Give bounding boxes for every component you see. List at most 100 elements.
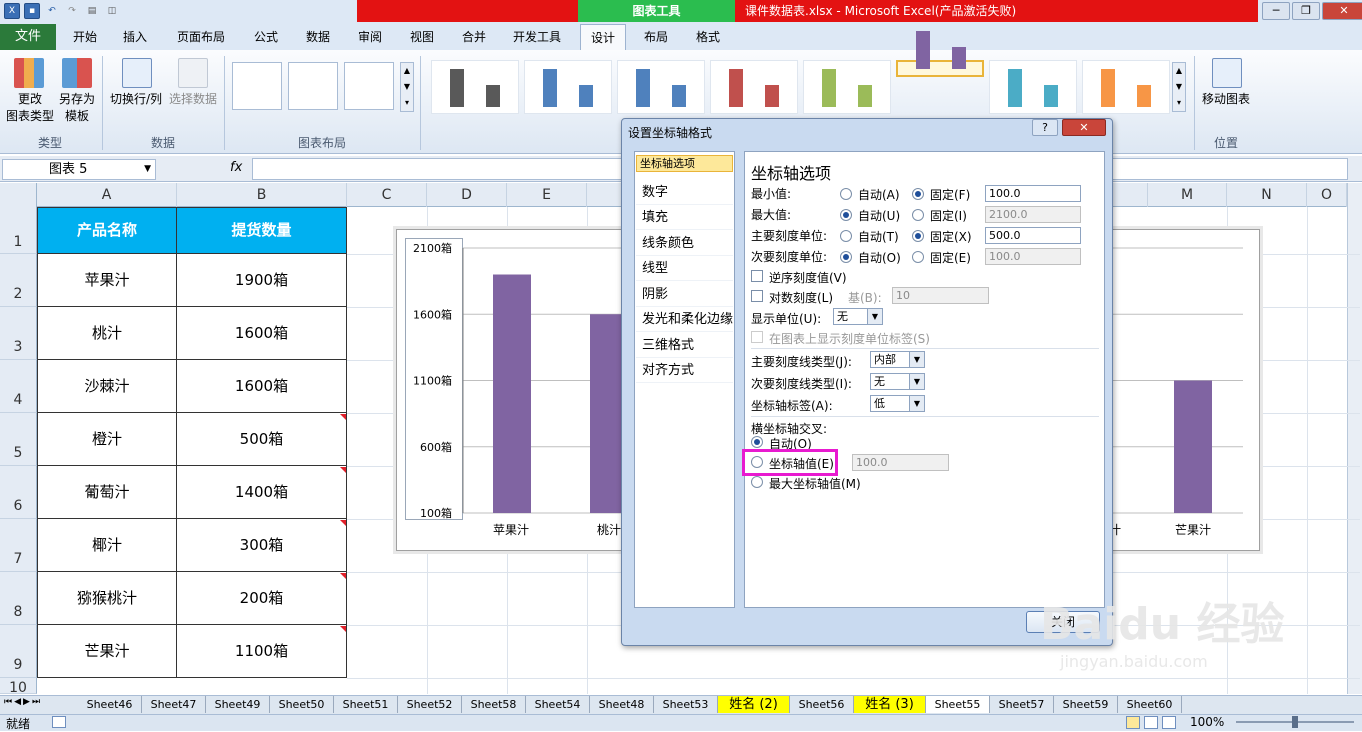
zoom-slider-thumb[interactable]	[1292, 716, 1298, 728]
min-fixed-radio[interactable]	[912, 188, 924, 200]
chart-style-option[interactable]	[803, 60, 891, 114]
vertical-scrollbar[interactable]	[1347, 183, 1362, 694]
cross-max-radio[interactable]	[751, 476, 763, 488]
chart-layout-3[interactable]	[344, 62, 394, 110]
min-value-input[interactable]: 100.0	[985, 185, 1081, 202]
log-base-input[interactable]: 10	[892, 287, 989, 304]
chevron-down-icon[interactable]: ▼	[909, 352, 924, 367]
tab-developer[interactable]: 开发工具	[504, 24, 570, 50]
row-header[interactable]: 5	[0, 413, 37, 466]
select-data-button[interactable]: 选择数据	[166, 91, 220, 108]
chart-style-option[interactable]	[896, 31, 984, 77]
column-header[interactable]: O	[1307, 183, 1347, 207]
close-window-button[interactable]: ✕	[1322, 2, 1362, 20]
sheet-tab[interactable]: Sheet60	[1118, 696, 1182, 713]
table-cell-product[interactable]: 苹果汁	[37, 254, 177, 307]
tab-page-layout[interactable]: 页面布局	[168, 24, 234, 50]
display-unit-select[interactable]: 无 ▼	[833, 308, 883, 325]
max-auto-radio[interactable]	[840, 209, 852, 221]
reverse-checkbox[interactable]	[751, 270, 763, 282]
sheet-tab[interactable]: Sheet46	[78, 696, 142, 713]
column-header[interactable]: B	[177, 183, 347, 207]
chart-style-option[interactable]	[1082, 60, 1170, 114]
table-cell-quantity[interactable]: 300箱	[176, 519, 347, 572]
chart-style-option[interactable]	[989, 60, 1077, 114]
chevron-down-icon[interactable]: ▼	[144, 160, 151, 179]
help-button[interactable]: ?	[1032, 119, 1058, 136]
major-tick-select[interactable]: 内部 ▼	[870, 351, 925, 368]
dialog-nav-item[interactable]: 阴影	[636, 283, 733, 307]
sheet-tab[interactable]: Sheet58	[462, 696, 526, 713]
table-cell-product[interactable]: 葡萄汁	[37, 466, 177, 519]
row-header[interactable]: 10	[0, 678, 37, 696]
major-unit-input[interactable]: 500.0	[985, 227, 1081, 244]
change-chart-type-button[interactable]: 更改 图表类型	[4, 91, 56, 125]
row-header[interactable]: 2	[0, 254, 37, 307]
page-layout-view-icon[interactable]	[1144, 716, 1158, 729]
sheet-tab[interactable]: Sheet49	[206, 696, 270, 713]
print-icon[interactable]: ▤	[84, 3, 100, 19]
column-header[interactable]: D	[427, 183, 507, 207]
table-cell-quantity[interactable]: 1600箱	[176, 307, 347, 360]
sheet-tab[interactable]: 姓名 (2)	[718, 696, 790, 713]
cross-auto-radio[interactable]	[751, 436, 763, 448]
tab-merge[interactable]: 合并	[452, 24, 496, 50]
column-header[interactable]: E	[507, 183, 587, 207]
log-scale-checkbox[interactable]	[751, 290, 763, 302]
preview-icon[interactable]: ◫	[104, 3, 120, 19]
row-header[interactable]: 1	[0, 207, 37, 254]
tab-design[interactable]: 设计	[580, 24, 626, 52]
chart-bar[interactable]	[1174, 380, 1212, 514]
zoom-level[interactable]: 100%	[1190, 715, 1224, 729]
table-cell-product[interactable]: 橙汁	[37, 413, 177, 466]
minor-tick-select[interactable]: 无 ▼	[870, 373, 925, 390]
chart-layout-1[interactable]	[232, 62, 282, 110]
table-cell-quantity[interactable]: 1600箱	[176, 360, 347, 413]
tab-home[interactable]: 开始	[62, 24, 108, 50]
redo-icon[interactable]: ↷	[64, 3, 80, 19]
tab-layout[interactable]: 布局	[634, 24, 678, 50]
save-as-template-button[interactable]: 另存为 模板	[56, 91, 98, 125]
max-value-input[interactable]: 2100.0	[985, 206, 1081, 223]
chart-style-option[interactable]	[617, 60, 705, 114]
sheet-tab[interactable]: Sheet52	[398, 696, 462, 713]
row-header[interactable]: 7	[0, 519, 37, 572]
tab-data[interactable]: 数据	[296, 24, 340, 50]
axis-labels-select[interactable]: 低 ▼	[870, 395, 925, 412]
max-fixed-radio[interactable]	[912, 209, 924, 221]
row-header[interactable]: 3	[0, 307, 37, 360]
save-template-icon[interactable]	[62, 58, 92, 88]
switch-row-col-button[interactable]: 切换行/列	[108, 91, 164, 108]
chart-style-option[interactable]	[524, 60, 612, 114]
sheet-tab[interactable]: Sheet47	[142, 696, 206, 713]
tab-view[interactable]: 视图	[400, 24, 444, 50]
sheet-tab[interactable]: 姓名 (3)	[854, 696, 926, 713]
table-cell-quantity[interactable]: 1900箱	[176, 254, 347, 307]
cross-value-input[interactable]: 100.0	[852, 454, 949, 471]
table-cell-product[interactable]: 桃汁	[37, 307, 177, 360]
style-gallery-scroll[interactable]: ▲ ▼ ▾	[1172, 62, 1186, 112]
sheet-nav-arrows[interactable]: ⏮◀▶⏭	[4, 697, 42, 707]
chevron-down-icon[interactable]: ▼	[909, 374, 924, 389]
sheet-tab[interactable]: Sheet50	[270, 696, 334, 713]
row-header[interactable]: 8	[0, 572, 37, 625]
sheet-tab[interactable]: Sheet53	[654, 696, 718, 713]
sheet-tab[interactable]: Sheet55	[926, 696, 990, 713]
tab-file[interactable]: 文件	[0, 24, 56, 50]
excel-logo-icon[interactable]: X	[4, 3, 20, 19]
sheet-tab[interactable]: Sheet57	[990, 696, 1054, 713]
table-cell-product[interactable]: 猕猴桃汁	[37, 572, 177, 625]
dialog-nav-item[interactable]: 填充	[636, 206, 733, 230]
change-chart-type-icon[interactable]	[14, 58, 44, 88]
tab-format[interactable]: 格式	[686, 24, 730, 50]
minimize-button[interactable]: ─	[1262, 2, 1290, 20]
dialog-nav-item[interactable]: 三维格式	[636, 334, 733, 358]
sheet-tab[interactable]: Sheet54	[526, 696, 590, 713]
dialog-nav-item[interactable]: 发光和柔化边缘	[636, 308, 733, 332]
table-cell-quantity[interactable]: 500箱	[176, 413, 347, 466]
tab-formulas[interactable]: 公式	[244, 24, 288, 50]
page-break-view-icon[interactable]	[1162, 716, 1176, 729]
table-cell-quantity[interactable]: 200箱	[176, 572, 347, 625]
dialog-nav-item[interactable]: 数字	[636, 181, 733, 205]
column-header[interactable]: N	[1227, 183, 1307, 207]
